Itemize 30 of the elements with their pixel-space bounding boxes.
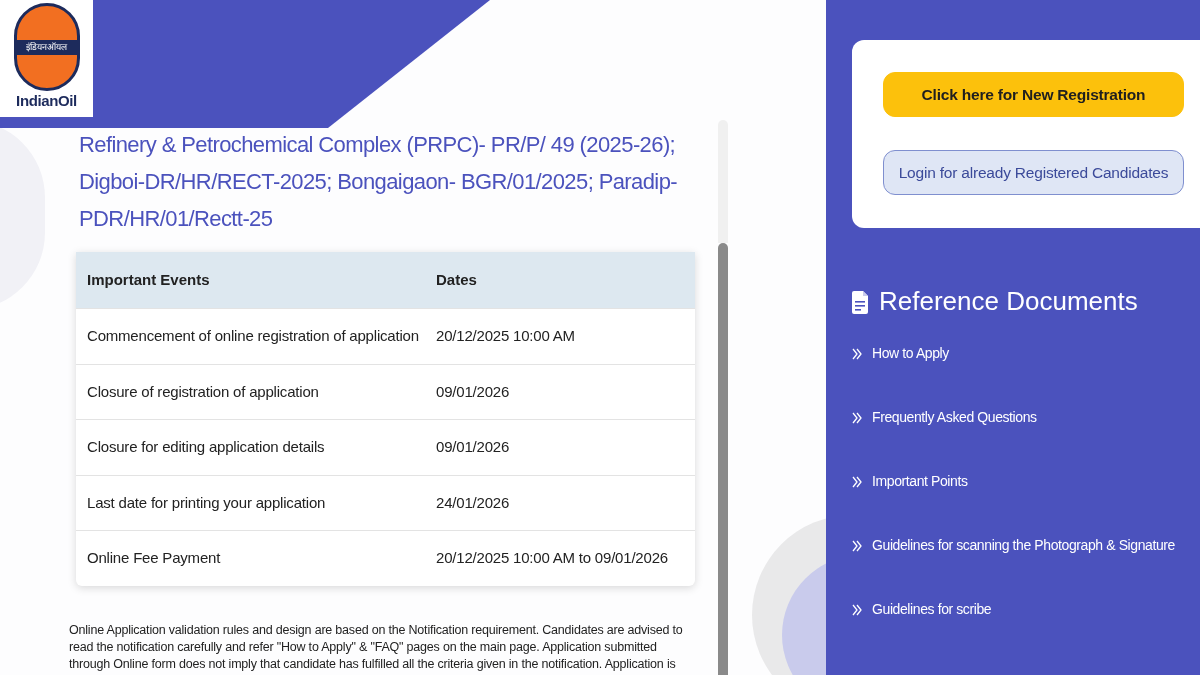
scrollbar-thumb[interactable]	[718, 242, 728, 675]
table-cell-text: Closure for editing application details	[86, 437, 326, 458]
page-title: Refinery & Petrochemical Complex (PRPC)- PR/P/ 49 (2025-26); Digboi-DR/HR/RECT-2025; Bongaigaon- BGR/01/2025; Paradip-PDR/HR/01/Rectt-25	[79, 131, 678, 233]
table-cell-text: Closure of registration of application	[86, 381, 320, 402]
column-header: Dates	[436, 269, 478, 290]
reference-link[interactable]: Guidelines for scanning the Photograph & Signature	[852, 534, 1200, 557]
double-chevron-icon	[852, 539, 862, 552]
table-cell-text: Commencement of online registration of application	[86, 326, 420, 347]
table-cell-text: Last date for printing your application	[86, 492, 327, 513]
notice-paragraph: Online Application validation rules and design are based on the Notification requirement. Candidates are advised to read the notification carefully and refer "How to Apply" & "FAQ" pages on the main page. Application submitted through Online form does not imply that candidate has fulfilled all the criteria given in the notification. Application is	[69, 622, 684, 673]
logo-script-text: इंडियनऑयल	[16, 39, 77, 55]
double-chevron-icon	[852, 347, 862, 360]
table-cell-text: 20/12/2025 10:00 AM	[436, 326, 576, 347]
double-chevron-icon	[852, 475, 862, 488]
logo-wordmark: IndianOil	[16, 91, 77, 111]
reference-link[interactable]: Frequently Asked Questions	[852, 406, 1200, 429]
table-cell-text: Online Fee Payment	[86, 548, 222, 569]
table-cell-text: 09/01/2026	[436, 437, 511, 458]
table-cell-text: 20/12/2025 10:00 AM to 09/01/2026	[436, 548, 669, 569]
reference-link[interactable]: Guidelines for scribe	[852, 598, 1200, 621]
double-chevron-icon	[852, 603, 862, 616]
section-heading: Reference Documents	[879, 285, 1138, 318]
double-chevron-icon	[852, 411, 862, 424]
table-cell-text: 24/01/2026	[436, 492, 511, 513]
reference-link[interactable]: Important Points	[852, 470, 1200, 493]
new-registration-button[interactable]: Click here for New Registration	[883, 72, 1184, 117]
column-header: Important Events	[86, 269, 211, 290]
login-button[interactable]: Login for already Registered Candidates	[883, 150, 1184, 195]
table-cell-text: 09/01/2026	[436, 381, 511, 402]
reference-link[interactable]: How to Apply	[852, 342, 1200, 365]
